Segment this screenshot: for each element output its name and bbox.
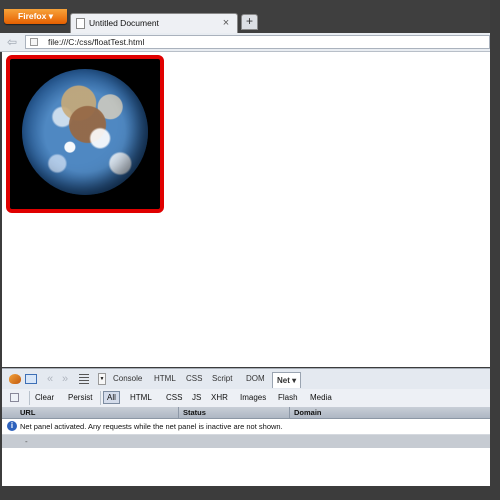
- firefox-menu-button[interactable]: Firefox ▾: [4, 9, 67, 24]
- close-icon[interactable]: ×: [219, 16, 233, 30]
- right-frame: [490, 0, 500, 500]
- column-url[interactable]: URL: [20, 408, 35, 417]
- earth-image-frame: [6, 55, 164, 213]
- net-table-header: URL Status Domain: [2, 407, 490, 419]
- inspect-icon[interactable]: [25, 374, 37, 384]
- clear-icon[interactable]: [10, 393, 19, 402]
- filter-xhr[interactable]: XHR: [211, 393, 228, 402]
- info-message: Net panel activated. Any requests while …: [20, 422, 283, 431]
- net-toolbar: Clear Persist All HTML CSS JS XHR Images…: [2, 389, 490, 408]
- firebug-panel: « » ▼ Console HTML CSS Script DOM Net ▾ …: [2, 368, 490, 449]
- dropdown-icon[interactable]: ▼: [98, 373, 106, 385]
- column-status[interactable]: Status: [183, 408, 206, 417]
- firebug-icon[interactable]: [9, 374, 21, 384]
- clear-button[interactable]: Clear: [35, 393, 54, 402]
- tab-script[interactable]: Script: [212, 369, 232, 389]
- browser-tab[interactable]: Untitled Document ×: [70, 13, 238, 34]
- lower-blank-area: [2, 448, 490, 486]
- url-text: file:///C:/css/floatTest.html: [48, 37, 145, 47]
- back-arrow-icon[interactable]: ⇦: [5, 35, 19, 49]
- bottom-frame: [0, 486, 490, 500]
- panel-menu-icon[interactable]: [79, 374, 89, 384]
- filter-html[interactable]: HTML: [130, 393, 152, 402]
- forward-icon[interactable]: »: [62, 369, 68, 389]
- net-summary-row: -: [2, 435, 490, 448]
- tab-console[interactable]: Console: [113, 369, 142, 389]
- browser-titlebar: Firefox ▾ Untitled Document × +: [0, 0, 500, 34]
- firebug-toolbar: « » ▼ Console HTML CSS Script DOM Net ▾: [2, 369, 490, 390]
- tab-title: Untitled Document: [89, 18, 159, 28]
- info-icon: i: [7, 421, 17, 431]
- earth-image: [22, 69, 148, 195]
- tab-dom[interactable]: DOM: [246, 369, 265, 389]
- filter-all[interactable]: All: [103, 391, 120, 404]
- back-icon[interactable]: «: [47, 369, 53, 389]
- document-icon: [76, 18, 85, 29]
- tab-html[interactable]: HTML: [154, 369, 176, 389]
- tab-net[interactable]: Net ▾: [272, 372, 302, 388]
- status-marker: -: [25, 437, 28, 446]
- column-domain[interactable]: Domain: [294, 408, 322, 417]
- filter-media[interactable]: Media: [310, 393, 332, 402]
- filter-flash[interactable]: Flash: [278, 393, 298, 402]
- info-message-row: i Net panel activated. Any requests whil…: [2, 419, 490, 435]
- filter-images[interactable]: Images: [240, 393, 266, 402]
- new-tab-button[interactable]: +: [241, 14, 258, 30]
- site-icon: [30, 38, 38, 46]
- navigation-bar: ⇦ file:///C:/css/floatTest.html: [0, 33, 490, 52]
- address-bar[interactable]: file:///C:/css/floatTest.html: [25, 35, 490, 49]
- filter-js[interactable]: JS: [192, 393, 201, 402]
- page-content: [2, 52, 490, 367]
- persist-button[interactable]: Persist: [68, 393, 92, 402]
- tab-css[interactable]: CSS: [186, 369, 202, 389]
- filter-css[interactable]: CSS: [166, 393, 182, 402]
